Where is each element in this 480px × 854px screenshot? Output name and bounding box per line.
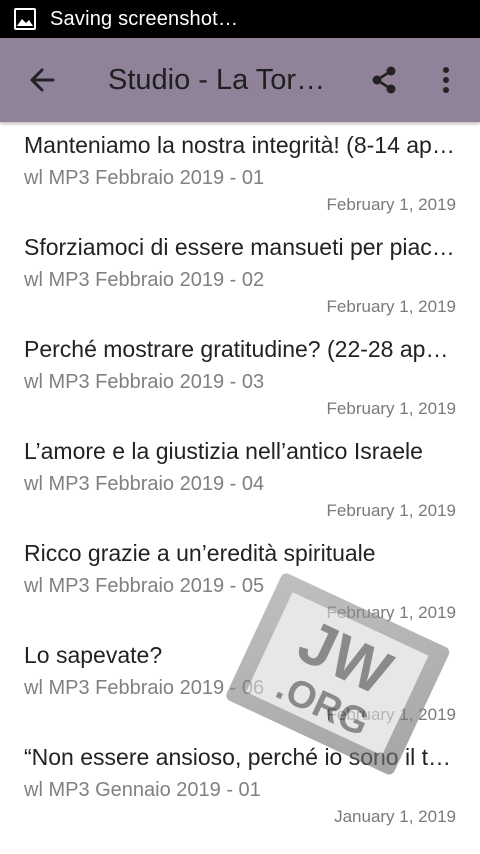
list-item[interactable]: Sforziamoci di essere mansueti per piace… [0, 224, 480, 326]
item-date: February 1, 2019 [326, 195, 456, 214]
item-date: February 1, 2019 [326, 705, 456, 724]
back-button[interactable] [16, 54, 68, 106]
list-item[interactable]: L’amore e la giustizia nell’antico Israe… [0, 428, 480, 530]
item-date: February 1, 2019 [326, 501, 456, 520]
more-vert-icon [443, 67, 449, 93]
list-item[interactable]: “Non essere ansioso, perché io sono il t… [0, 734, 480, 836]
item-title: L’amore e la giustizia nell’antico Israe… [24, 438, 423, 464]
item-date: February 1, 2019 [326, 297, 456, 316]
item-title: Manteniamo la nostra integrità! (8-14 ap… [24, 132, 456, 158]
list-item[interactable]: Perché mostrare gratitudine? (22-28 apri… [0, 326, 480, 428]
article-list: Manteniamo la nostra integrità! (8-14 ap… [0, 122, 480, 836]
item-title: “Non essere ansioso, perché io sono il t… [24, 744, 456, 770]
page-title: Studio - La Torre di Guardia [108, 63, 334, 96]
item-subtitle: wl MP3 Febbraio 2019 - 05 [24, 575, 265, 597]
back-arrow-icon [30, 68, 55, 92]
item-date: February 1, 2019 [326, 603, 456, 622]
item-subtitle: wl MP3 Febbraio 2019 - 03 [24, 371, 265, 393]
item-title: Ricco grazie a un’eredità spirituale [24, 540, 376, 566]
list-item[interactable]: Ricco grazie a un’eredità spirituale wl … [0, 530, 480, 632]
image-icon [14, 8, 36, 30]
item-title: Lo sapevate? [24, 642, 163, 668]
item-subtitle: wl MP3 Gennaio 2019 - 01 [24, 779, 261, 801]
item-subtitle: wl MP3 Febbraio 2019 - 06 [24, 677, 265, 699]
item-date: January 1, 2019 [334, 807, 456, 826]
status-text: Saving screenshot… [50, 7, 239, 30]
status-bar: Saving screenshot… [0, 0, 480, 38]
item-date: February 1, 2019 [326, 399, 456, 418]
item-subtitle: wl MP3 Febbraio 2019 - 02 [24, 269, 265, 291]
list-item[interactable]: Manteniamo la nostra integrità! (8-14 ap… [0, 122, 480, 224]
item-subtitle: wl MP3 Febbraio 2019 - 04 [24, 473, 265, 495]
item-title: Perché mostrare gratitudine? (22-28 apri… [24, 336, 456, 362]
list-item[interactable]: Lo sapevate? wl MP3 Febbraio 2019 - 06 F… [0, 632, 480, 734]
item-subtitle: wl MP3 Febbraio 2019 - 01 [24, 167, 265, 189]
share-button[interactable] [362, 54, 406, 106]
app-bar: Studio - La Torre di Guardia [0, 38, 480, 122]
more-options-button[interactable] [424, 54, 468, 106]
item-title: Sforziamoci di essere mansueti per piace… [24, 234, 456, 260]
share-icon [372, 66, 396, 94]
